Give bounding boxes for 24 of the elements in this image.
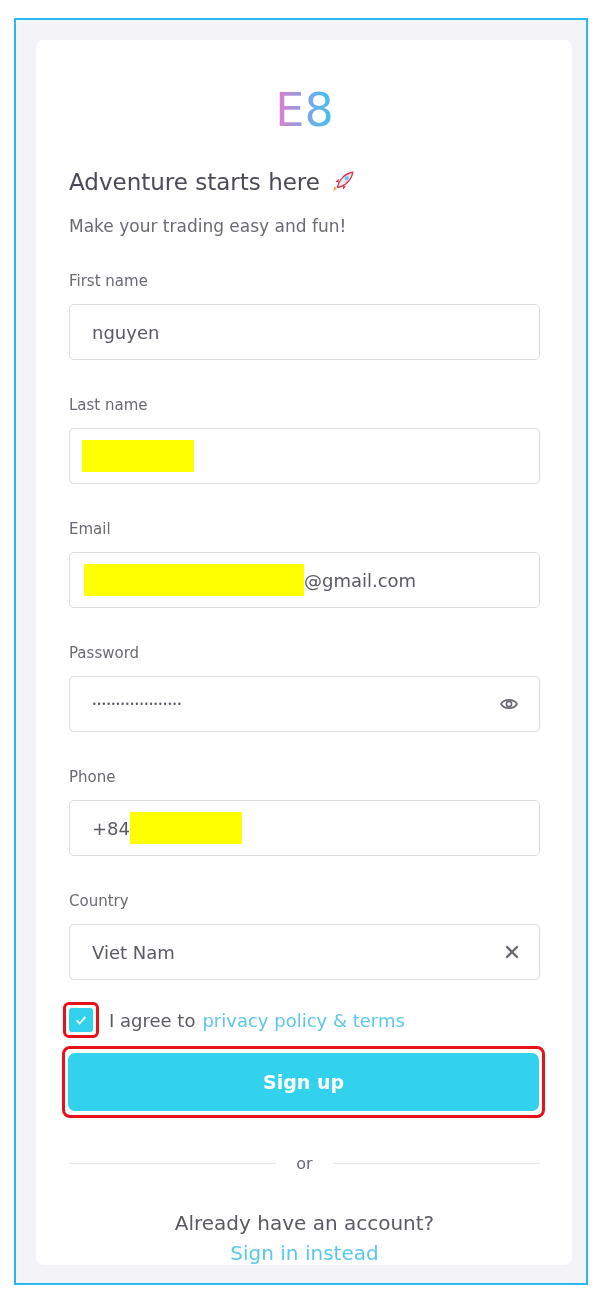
field-value: Viet Nam	[91, 941, 175, 963]
field-label: First name	[69, 272, 149, 292]
input-field[interactable]: nguyen	[69, 304, 540, 360]
field-label: Password	[69, 644, 141, 664]
input-field[interactable]	[69, 428, 540, 484]
field-value: •••••••••••••••••••	[91, 699, 182, 709]
field-label: Email	[69, 520, 112, 540]
clear-icon[interactable]	[505, 945, 519, 959]
input-field[interactable]: @gmail.com	[69, 552, 540, 608]
agree-text: I agree to	[109, 1009, 196, 1031]
field-label: Phone	[69, 768, 117, 788]
field-label: Last name	[69, 396, 149, 416]
password-field[interactable]: •••••••••••••••••••	[69, 676, 540, 732]
field-label: Country	[69, 892, 130, 912]
heading: Adventure starts here	[69, 169, 320, 195]
subheading: Make your trading easy and fun!	[69, 216, 348, 236]
checkbox[interactable]	[69, 1008, 93, 1032]
divider-text: or	[296, 1154, 313, 1173]
field-value: +84	[91, 817, 130, 839]
field-value: nguyen	[91, 321, 160, 343]
input-field[interactable]: +84	[69, 800, 540, 856]
account-question: Already have an account?	[174, 1211, 435, 1235]
input-field[interactable]: Viet Nam	[69, 924, 540, 980]
field-value: @gmail.com	[304, 569, 417, 591]
